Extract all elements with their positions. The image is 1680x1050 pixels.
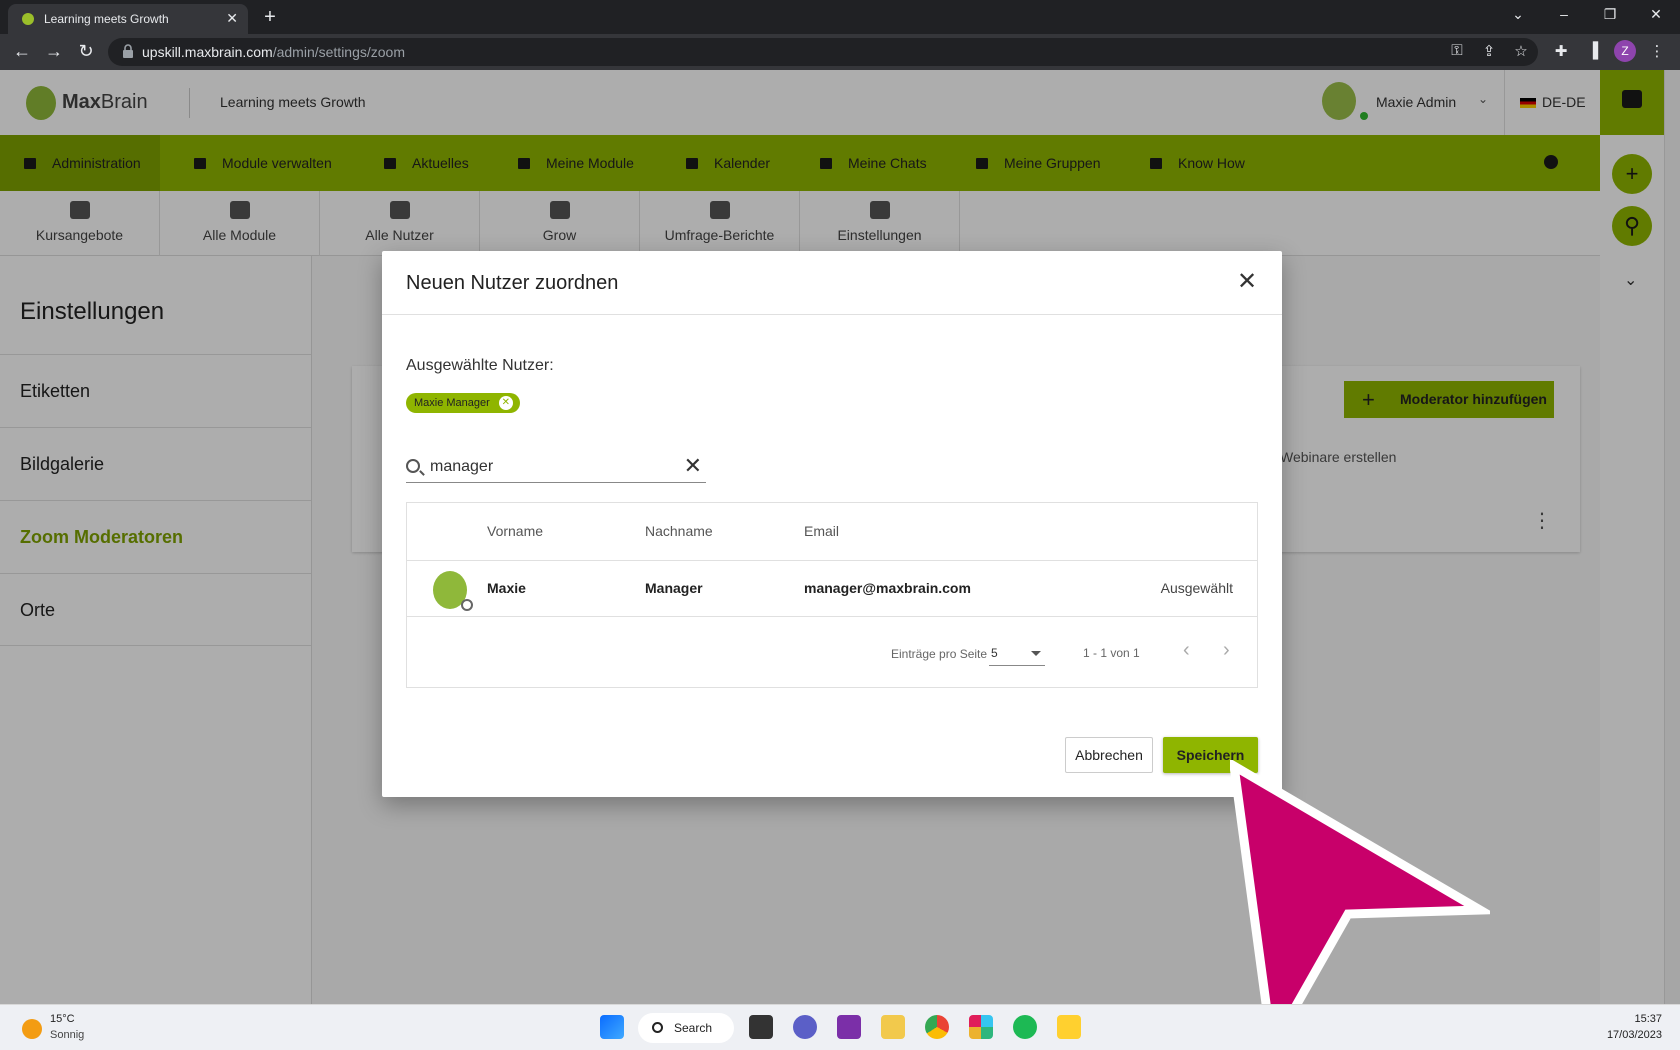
next-page-icon[interactable]: ›: [1223, 639, 1230, 662]
miro-icon[interactable]: [1057, 1015, 1081, 1039]
table-paginator: Einträge pro Seite 5 1 - 1 von 1 ‹ ›: [407, 617, 1257, 687]
user-search: ✕: [406, 451, 706, 483]
dialog-divider: [382, 314, 1282, 315]
taskbar-search[interactable]: Search: [638, 1013, 734, 1043]
forward-button[interactable]: →: [42, 41, 66, 62]
cancel-button[interactable]: Abbrechen: [1065, 737, 1153, 773]
weather-temperature: 15°C: [50, 1013, 75, 1025]
dialog-title: Neuen Nutzer zuordnen: [406, 272, 619, 294]
selected-users-label: Ausgewählte Nutzer:: [406, 357, 554, 374]
page-size-label: Einträge pro Seite: [891, 647, 988, 661]
teams-chat-icon[interactable]: [793, 1015, 817, 1039]
lock-icon: [123, 44, 133, 58]
chrome-icon[interactable]: [925, 1015, 949, 1039]
search-icon: [406, 459, 420, 473]
chip-label: Maxie Manager: [414, 397, 490, 409]
browser-tab-bar: Learning meets Growth ✕ + ⌄ – ❐ ✕: [0, 0, 1680, 34]
browser-tab[interactable]: Learning meets Growth ✕: [8, 4, 248, 34]
browser-tab-title: Learning meets Growth: [44, 12, 169, 26]
minimize-button[interactable]: –: [1544, 6, 1584, 22]
chip-remove-icon[interactable]: ✕: [498, 396, 513, 410]
clock-date: 17/03/2023: [1606, 1029, 1662, 1041]
browser-menu-icon[interactable]: ⋮: [1646, 42, 1668, 60]
restore-button[interactable]: ❐: [1590, 6, 1630, 23]
page-size-select[interactable]: 5: [989, 642, 1045, 666]
cell-vorname: Maxie: [487, 580, 526, 596]
clock-time: 15:37: [1634, 1013, 1662, 1025]
system-clock[interactable]: 15:37 17/03/2023: [1607, 1011, 1662, 1043]
reload-button[interactable]: ↻: [74, 41, 98, 62]
spotify-icon[interactable]: [1013, 1015, 1037, 1039]
status-ring-icon: [461, 599, 473, 611]
new-tab-button[interactable]: +: [258, 6, 282, 30]
url-text: upskill.maxbrain.com/admin/settings/zoom: [142, 44, 406, 60]
windows-taskbar: 15°C Sonnig Search 15:37 17/03/2023: [0, 1004, 1680, 1050]
row-status: Ausgewählt: [1160, 580, 1233, 596]
site-favicon-icon: [22, 13, 34, 25]
weather-description: Sonnig: [50, 1029, 85, 1041]
task-view-icon[interactable]: [749, 1015, 773, 1039]
column-header-vorname[interactable]: Vorname: [487, 503, 543, 560]
url-field[interactable]: upskill.maxbrain.com/admin/settings/zoom: [108, 38, 1538, 66]
column-header-nachname[interactable]: Nachname: [645, 503, 713, 560]
cell-nachname: Manager: [645, 580, 703, 596]
previous-page-icon[interactable]: ‹: [1183, 639, 1190, 662]
tab-close-icon[interactable]: ✕: [226, 10, 238, 27]
cell-email: manager@maxbrain.com: [804, 580, 971, 596]
column-header-email[interactable]: Email: [804, 503, 839, 560]
back-button[interactable]: ←: [10, 41, 34, 62]
onenote-icon[interactable]: [837, 1015, 861, 1039]
address-bar-row: ← → ↻ upskill.maxbrain.com/admin/setting…: [0, 34, 1680, 70]
assign-user-dialog: Neuen Nutzer zuordnen ✕ Ausgewählte Nutz…: [382, 251, 1282, 797]
selected-user-chip: Maxie Manager ✕: [406, 393, 520, 413]
page-range: 1 - 1 von 1: [1083, 646, 1140, 660]
key-icon[interactable]: ⚿: [1446, 42, 1468, 59]
dropdown-arrow-icon: [1031, 651, 1041, 656]
extensions-icon[interactable]: ✚: [1550, 42, 1572, 60]
close-icon[interactable]: ✕: [1234, 269, 1260, 295]
profile-avatar[interactable]: Z: [1614, 40, 1636, 62]
share-icon[interactable]: ⇪: [1478, 42, 1500, 60]
bookmark-star-icon[interactable]: ☆: [1510, 42, 1532, 60]
clear-search-icon[interactable]: ✕: [684, 453, 702, 479]
slack-icon[interactable]: [969, 1015, 993, 1039]
side-panel-icon[interactable]: ▐: [1582, 42, 1604, 59]
tab-search-chevron-icon[interactable]: ⌄: [1498, 6, 1538, 23]
user-table: Vorname Nachname Email Maxie Manager man…: [406, 502, 1258, 688]
sun-icon: [22, 1019, 42, 1039]
search-icon: [652, 1022, 663, 1033]
table-row[interactable]: Maxie Manager manager@maxbrain.com Ausge…: [407, 560, 1257, 617]
user-search-input[interactable]: [430, 455, 670, 479]
window-close-button[interactable]: ✕: [1636, 6, 1676, 23]
file-explorer-icon[interactable]: [881, 1015, 905, 1039]
windows-start-icon[interactable]: [600, 1015, 624, 1039]
